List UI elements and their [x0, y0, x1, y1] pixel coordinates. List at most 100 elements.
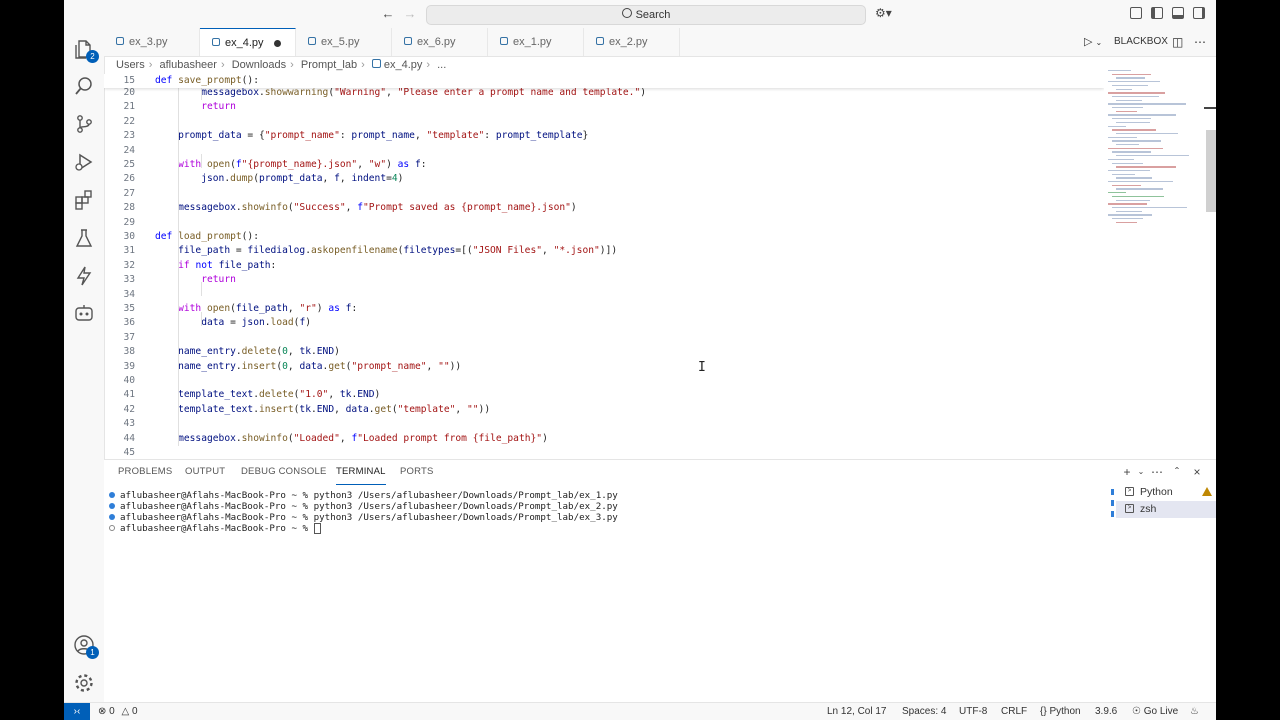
- code-line[interactable]: 43: [104, 417, 1104, 431]
- extensions-icon[interactable]: [73, 189, 95, 211]
- manage-gear-icon[interactable]: [73, 672, 95, 694]
- code-line[interactable]: 34: [104, 288, 1104, 302]
- close-panel-icon[interactable]: ×: [1190, 465, 1204, 479]
- end-of-line[interactable]: CRLF: [1001, 703, 1027, 720]
- remote-indicator-icon[interactable]: ›‹: [64, 703, 90, 720]
- code-line[interactable]: 29: [104, 216, 1104, 230]
- line-number: 15: [123, 75, 135, 86]
- maximize-panel-icon[interactable]: ˆ: [1170, 465, 1184, 479]
- indent-guide: [201, 312, 202, 326]
- code-line[interactable]: 21 return: [104, 100, 1104, 114]
- code-line[interactable]: 42 template_text.insert(tk.END, data.get…: [104, 403, 1104, 417]
- terminal-item-zsh[interactable]: > zsh: [1116, 501, 1216, 518]
- command-success-icon[interactable]: [109, 492, 115, 498]
- code-line[interactable]: 35 with open(file_path, "r") as f:: [104, 302, 1104, 316]
- tab-ex-2[interactable]: ex_2.py: [584, 28, 680, 56]
- command-center-search[interactable]: Search: [426, 5, 866, 25]
- explorer-icon[interactable]: 2: [73, 38, 99, 63]
- tab-ports[interactable]: PORTS: [400, 460, 434, 484]
- code-line[interactable]: 28 messagebox.showinfo("Success", f"Prom…: [104, 201, 1104, 215]
- command-success-icon[interactable]: [109, 514, 115, 520]
- code-text: template_text.delete("1.0", tk.END): [178, 389, 381, 401]
- source-control-icon[interactable]: [73, 113, 95, 135]
- toggle-secondary-sidebar-icon[interactable]: [1193, 7, 1205, 19]
- breadcrumb-item[interactable]: Prompt_lab: [301, 59, 357, 71]
- code-line[interactable]: 26 json.dump(prompt_data, f, indent=4): [104, 172, 1104, 186]
- breadcrumb-item[interactable]: ...: [437, 59, 446, 71]
- command-success-icon[interactable]: [109, 503, 115, 509]
- code-line[interactable]: 20 messagebox.showwarning("Warning", "Pl…: [104, 86, 1104, 100]
- code-line[interactable]: 31 file_path = filedialog.askopenfilenam…: [104, 244, 1104, 258]
- more-actions-icon[interactable]: ⋯: [1194, 28, 1206, 56]
- problems-status[interactable]: ⊗ 0 △ 0: [98, 703, 138, 720]
- code-line[interactable]: 39 name_entry.insert(0, data.get("prompt…: [104, 360, 1104, 374]
- run-debug-icon[interactable]: [73, 151, 95, 173]
- code-editor[interactable]: 15 def save_prompt(): 20 messagebox.showwa…: [104, 74, 1104, 456]
- code-line[interactable]: 24: [104, 144, 1104, 158]
- breadcrumb-item[interactable]: Downloads: [232, 59, 286, 71]
- run-python-file-icon[interactable]: ▷ ⌄: [1084, 28, 1102, 56]
- sticky-scroll-line[interactable]: 15 def save_prompt():: [104, 74, 1104, 88]
- code-line[interactable]: 37: [104, 331, 1104, 345]
- tab-ex-1[interactable]: ex_1.py: [488, 28, 584, 56]
- code-line[interactable]: 22: [104, 115, 1104, 129]
- new-terminal-icon[interactable]: +: [1120, 465, 1134, 479]
- testing-icon[interactable]: [73, 227, 95, 249]
- toggle-panel-icon[interactable]: [1172, 7, 1184, 19]
- code-line[interactable]: 38 name_entry.delete(0, tk.END): [104, 345, 1104, 359]
- code-line[interactable]: 41 template_text.delete("1.0", tk.END): [104, 388, 1104, 402]
- code-line[interactable]: 23 prompt_data = {"prompt_name": prompt_…: [104, 129, 1104, 143]
- code-line[interactable]: 30 def load_prompt():: [104, 230, 1104, 244]
- more-actions-icon[interactable]: ⋯: [1150, 465, 1164, 479]
- tab-ex-6[interactable]: ex_6.py: [392, 28, 488, 56]
- minimap-line: [1116, 221, 1137, 224]
- minimap[interactable]: [1108, 70, 1204, 230]
- blackbox-icon[interactable]: [73, 265, 95, 287]
- code-line[interactable]: 40: [104, 374, 1104, 388]
- indentation[interactable]: Spaces: 4: [902, 703, 946, 720]
- tab-ex-5[interactable]: ex_5.py: [296, 28, 392, 56]
- customize-layout-icon[interactable]: [1130, 7, 1142, 19]
- go-live-button[interactable]: ☉ Go Live: [1132, 703, 1178, 720]
- remote-explorer-icon[interactable]: [73, 303, 95, 325]
- notifications-icon[interactable]: ♨: [1190, 703, 1199, 720]
- tab-ex-3[interactable]: ex_3.py: [104, 28, 200, 56]
- terminal-list: > Python > zsh: [1116, 484, 1216, 518]
- code-line[interactable]: 44 messagebox.showinfo("Loaded", f"Loade…: [104, 432, 1104, 446]
- tab-output[interactable]: OUTPUT: [185, 460, 225, 484]
- breadcrumb-item[interactable]: ex_4.py: [384, 59, 423, 71]
- terminal-prompt-line[interactable]: aflubasheer@Aflahs-MacBook-Pro ~ %: [109, 523, 321, 534]
- blackbox-button[interactable]: BLACKBOX: [1114, 28, 1168, 56]
- toggle-primary-sidebar-icon[interactable]: [1151, 7, 1163, 19]
- editor-scrollbar[interactable]: [1206, 130, 1216, 212]
- terminal-item-python[interactable]: > Python: [1116, 484, 1216, 501]
- error-icon: ⊗: [98, 706, 107, 717]
- cursor-position[interactable]: Ln 12, Col 17: [827, 703, 887, 720]
- code-text: prompt_data = {"prompt_name": prompt_nam…: [178, 130, 589, 142]
- tab-problems[interactable]: PROBLEMS: [118, 460, 172, 484]
- tab-terminal[interactable]: TERMINAL: [336, 460, 386, 485]
- code-line[interactable]: 27: [104, 187, 1104, 201]
- minimap-line: [1108, 214, 1153, 216]
- terminal-dropdown-icon[interactable]: ⌄: [1134, 465, 1148, 479]
- language-mode[interactable]: {} Python: [1040, 703, 1081, 720]
- code-line[interactable]: 36 data = json.load(f): [104, 316, 1104, 330]
- tab-ex-4[interactable]: ex_4.py: [200, 28, 296, 56]
- back-arrow-icon[interactable]: ←: [380, 6, 396, 22]
- breadcrumb-item[interactable]: Users: [116, 59, 145, 71]
- python-version[interactable]: 3.9.6: [1095, 703, 1117, 720]
- tab-debug-console[interactable]: DEBUG CONSOLE: [241, 460, 326, 484]
- search-icon[interactable]: [73, 75, 95, 97]
- encoding[interactable]: UTF-8: [959, 703, 987, 720]
- accounts-icon[interactable]: 1: [73, 634, 99, 659]
- code-line[interactable]: 25 with open(f"{prompt_name}.json", "w")…: [104, 158, 1104, 172]
- code-line[interactable]: 33 return: [104, 273, 1104, 287]
- unsaved-dot-icon[interactable]: [274, 40, 281, 47]
- forward-arrow-icon[interactable]: →: [402, 6, 418, 22]
- code-line[interactable]: 32 if not file_path:: [104, 259, 1104, 273]
- copilot-icon[interactable]: ⚙▾: [875, 6, 892, 20]
- minimap-line: [1112, 173, 1136, 175]
- breadcrumb-item[interactable]: aflubasheer: [159, 59, 217, 71]
- split-editor-icon[interactable]: ◫: [1172, 28, 1183, 56]
- code-line[interactable]: 45: [104, 446, 1104, 456]
